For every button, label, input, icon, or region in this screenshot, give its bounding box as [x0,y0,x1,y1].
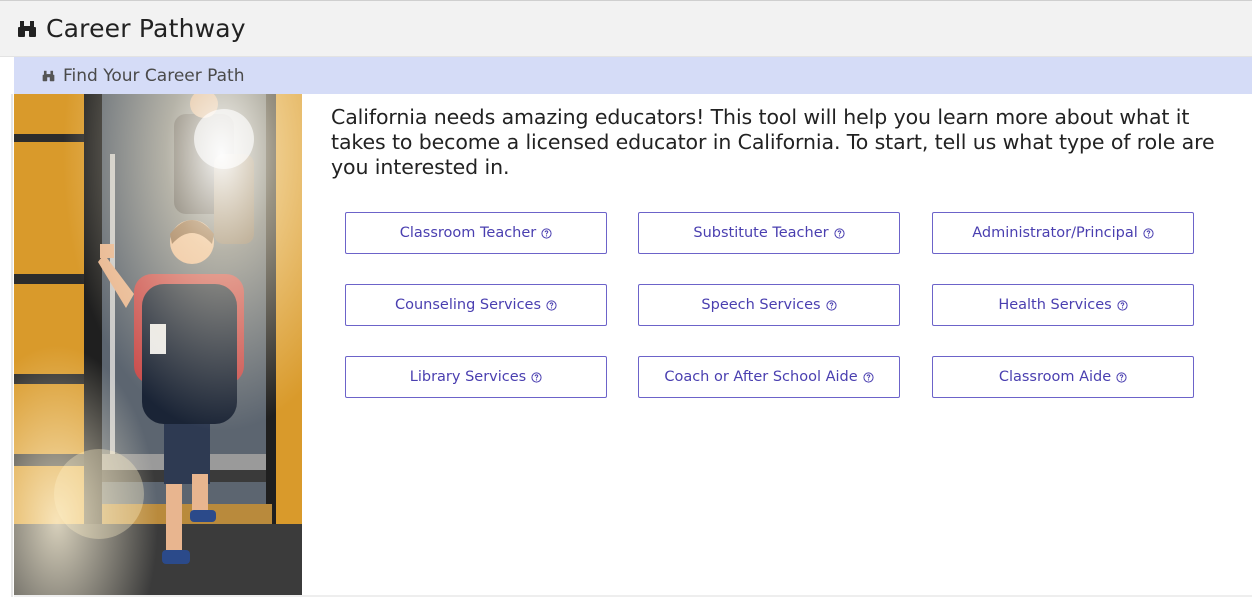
role-button-library-services[interactable]: Library Services [345,356,607,398]
title-bar: Career Pathway [0,0,1252,57]
career-pathway-page: Career Pathway Find Your Career Path Cal… [0,0,1252,597]
role-button-label: Classroom Aide [998,369,1112,385]
role-button-substitute-teacher[interactable]: Substitute Teacher [638,212,900,254]
divider [11,94,13,597]
role-button-classroom-teacher[interactable]: Classroom Teacher [345,212,607,254]
role-button-label: Substitute Teacher [693,225,829,241]
role-button-label: Library Services [409,369,527,385]
role-button-label: Coach or After School Aide [664,369,858,385]
help-circle-icon[interactable] [546,299,557,311]
role-button-label: Administrator/Principal [972,225,1138,241]
help-circle-icon[interactable] [863,371,874,383]
role-button-label: Classroom Teacher [399,225,537,241]
help-circle-icon[interactable] [825,299,837,311]
role-button-administrator-principal[interactable]: Administrator/Principal [932,212,1194,254]
section-header: Find Your Career Path [14,57,1252,94]
student-boarding-bus-photo [14,94,302,597]
binoculars-icon [16,18,38,40]
role-button-speech-services[interactable]: Speech Services [638,284,900,326]
role-button-label: Health Services [998,297,1112,313]
page-title: Career Pathway [46,14,246,43]
role-button-classroom-aide[interactable]: Classroom Aide [932,356,1194,398]
help-circle-icon[interactable] [1116,371,1127,383]
role-button-health-services[interactable]: Health Services [932,284,1194,326]
section-title: Find Your Career Path [63,65,245,86]
role-button-label: Counseling Services [394,297,542,313]
intro-text: California needs amazing educators! This… [331,105,1215,179]
role-button-coach-or-after-school-aide[interactable]: Coach or After School Aide [638,356,900,398]
help-circle-icon[interactable] [541,227,552,239]
role-button-counseling-services[interactable]: Counseling Services [345,284,607,326]
binoculars-icon [41,69,55,83]
role-button-label: Speech Services [701,297,821,313]
help-circle-icon[interactable] [1143,227,1154,239]
help-circle-icon[interactable] [834,227,845,239]
help-circle-icon[interactable] [1117,299,1128,311]
help-circle-icon[interactable] [531,371,542,383]
